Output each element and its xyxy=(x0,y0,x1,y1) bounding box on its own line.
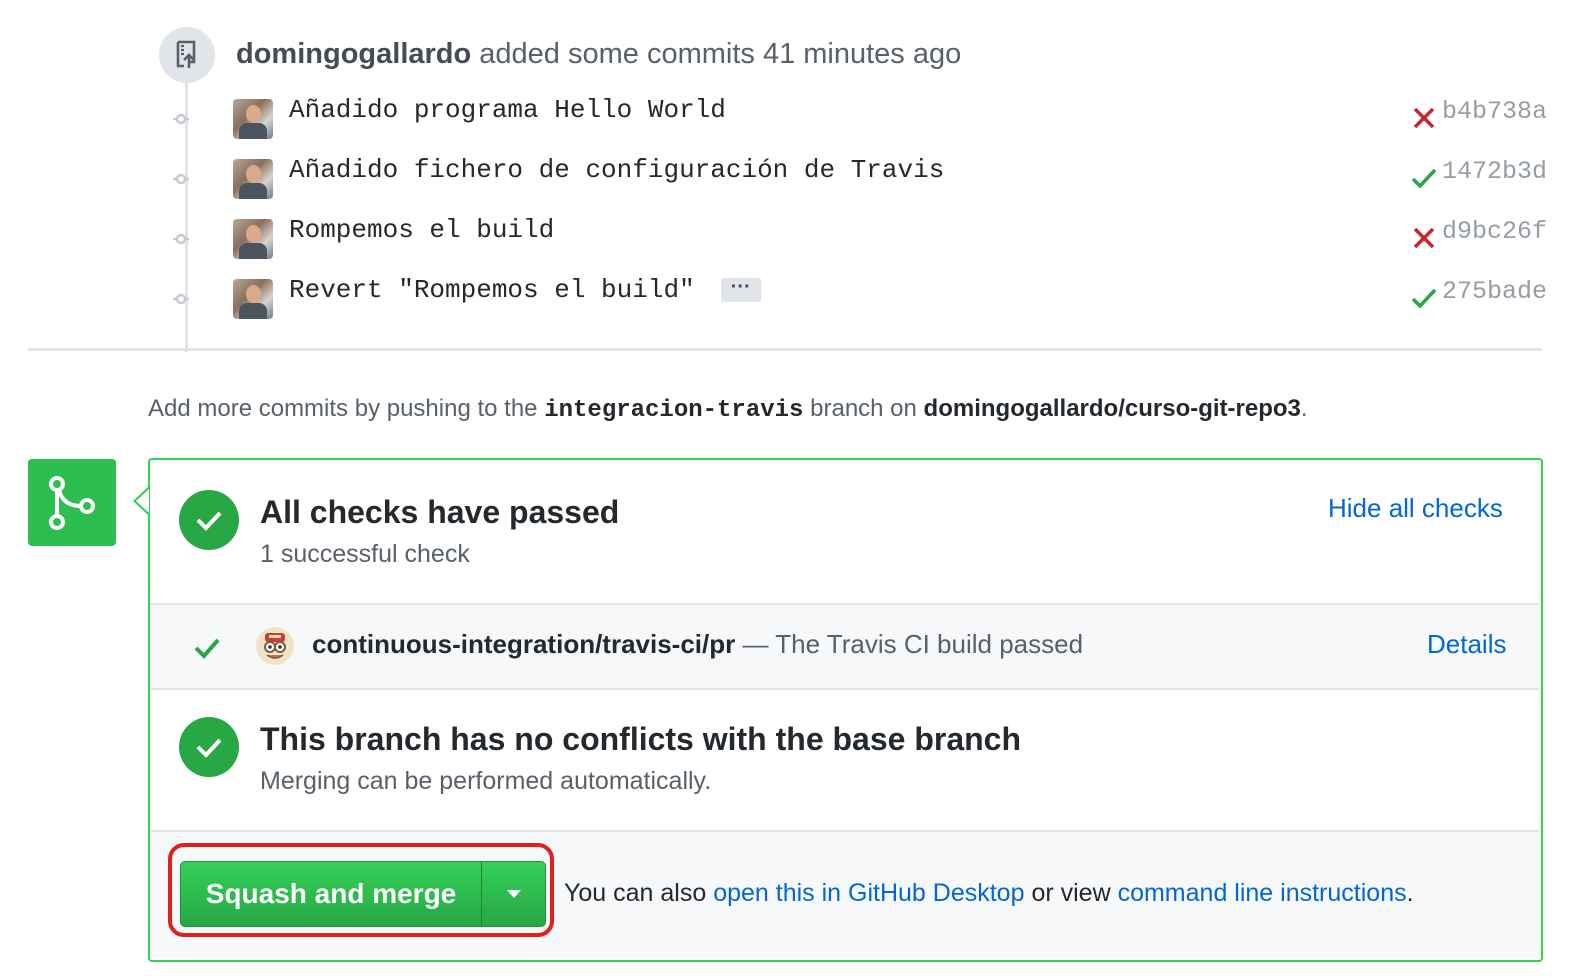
push-note-prefix: Add more commits by pushing to the xyxy=(148,395,538,422)
commit-row: Añadido fichero de configuración de Trav… xyxy=(0,151,1574,207)
git-merge-icon xyxy=(28,459,116,546)
triangle-down-icon xyxy=(506,890,521,898)
commit-row: Revert "Rompemos el build" ··· 275bade xyxy=(0,271,1574,327)
check-success-icon xyxy=(194,638,220,659)
commit-row: Rompemos el build d9bc26f xyxy=(0,211,1574,267)
commit-sha-link[interactable]: b4b738a xyxy=(1442,97,1547,126)
check-description: — The Travis CI build passed xyxy=(742,629,1084,659)
footer-suffix: . xyxy=(1406,879,1414,907)
squash-and-merge-button[interactable]: Squash and merge xyxy=(181,862,482,926)
conflicts-subtitle: Merging can be performed automatically. xyxy=(260,767,712,795)
commit-message[interactable]: Añadido fichero de configuración de Trav… xyxy=(289,155,944,185)
event-text: added some commits 41 minutes ago xyxy=(479,38,962,70)
avatar[interactable] xyxy=(233,99,273,139)
footer-prefix: You can also xyxy=(564,879,707,907)
checks-subtitle: 1 successful check xyxy=(260,540,470,568)
avatar[interactable] xyxy=(233,219,273,259)
push-note-suffix: . xyxy=(1300,395,1308,422)
git-commit-icon xyxy=(173,293,189,305)
branch-name: integracion-travis xyxy=(544,397,804,424)
commit-message-text[interactable]: Rompemos el build xyxy=(289,215,554,245)
commit-message-text[interactable]: Añadido programa Hello World xyxy=(289,95,726,125)
check-icon[interactable] xyxy=(1410,163,1438,191)
repo-push-icon xyxy=(159,27,215,83)
check-item: continuous-integration/travis-ci/pr — Th… xyxy=(150,603,1539,690)
checks-passed-icon xyxy=(179,490,239,550)
avatar[interactable] xyxy=(233,159,273,199)
git-commit-icon xyxy=(173,233,189,245)
push-note: Add more commits by pushing to the integ… xyxy=(148,395,1308,424)
commit-row: Añadido programa Hello World b4b738a xyxy=(0,91,1574,147)
commit-sha-link[interactable]: d9bc26f xyxy=(1442,217,1547,246)
git-commit-icon xyxy=(173,173,189,185)
check-text: continuous-integration/travis-ci/pr — Th… xyxy=(312,629,1083,660)
check-context: continuous-integration/travis-ci/pr xyxy=(312,629,736,659)
timeline-event: domingogallardo added some commits 41 mi… xyxy=(236,38,961,71)
commit-message-text[interactable]: Añadido fichero de configuración de Trav… xyxy=(289,155,944,185)
travis-ci-logo xyxy=(256,627,294,665)
push-note-middle: branch on xyxy=(810,395,917,422)
x-icon[interactable] xyxy=(1410,223,1438,251)
commit-sha-link[interactable]: 1472b3d xyxy=(1442,157,1547,186)
commit-message[interactable]: Revert "Rompemos el build" ··· xyxy=(289,275,761,305)
no-conflicts-icon xyxy=(179,717,239,777)
expand-commit-button[interactable]: ··· xyxy=(720,277,761,303)
commit-sha-link[interactable]: 275bade xyxy=(1442,277,1547,306)
git-commit-icon xyxy=(173,113,189,125)
command-line-instructions-link[interactable]: command line instructions xyxy=(1118,879,1407,907)
conflicts-title: This branch has no conflicts with the ba… xyxy=(260,721,1022,757)
timeline-divider xyxy=(28,348,1542,351)
commit-message-text[interactable]: Revert "Rompemos el build" xyxy=(289,275,695,305)
repo-name: domingogallardo/curso-git-repo3 xyxy=(923,395,1301,422)
commit-message[interactable]: Añadido programa Hello World xyxy=(289,95,726,125)
event-author[interactable]: domingogallardo xyxy=(236,38,471,70)
commit-message[interactable]: Rompemos el build xyxy=(289,215,554,245)
github-desktop-link[interactable]: open this in GitHub Desktop xyxy=(713,879,1024,907)
merge-footer-text: You can also open this in GitHub Desktop… xyxy=(564,879,1414,908)
x-icon[interactable] xyxy=(1410,103,1438,131)
squash-and-merge-button-group: Squash and merge xyxy=(180,861,546,927)
footer-middle: or view xyxy=(1031,879,1111,907)
merge-box-pointer-inner xyxy=(136,489,149,513)
checks-title: All checks have passed xyxy=(260,494,620,530)
check-icon[interactable] xyxy=(1410,283,1438,311)
avatar[interactable] xyxy=(233,279,273,319)
hide-checks-link[interactable]: Hide all checks xyxy=(1328,493,1503,524)
merge-method-dropdown[interactable] xyxy=(482,862,545,926)
check-details-link[interactable]: Details xyxy=(1427,629,1506,660)
